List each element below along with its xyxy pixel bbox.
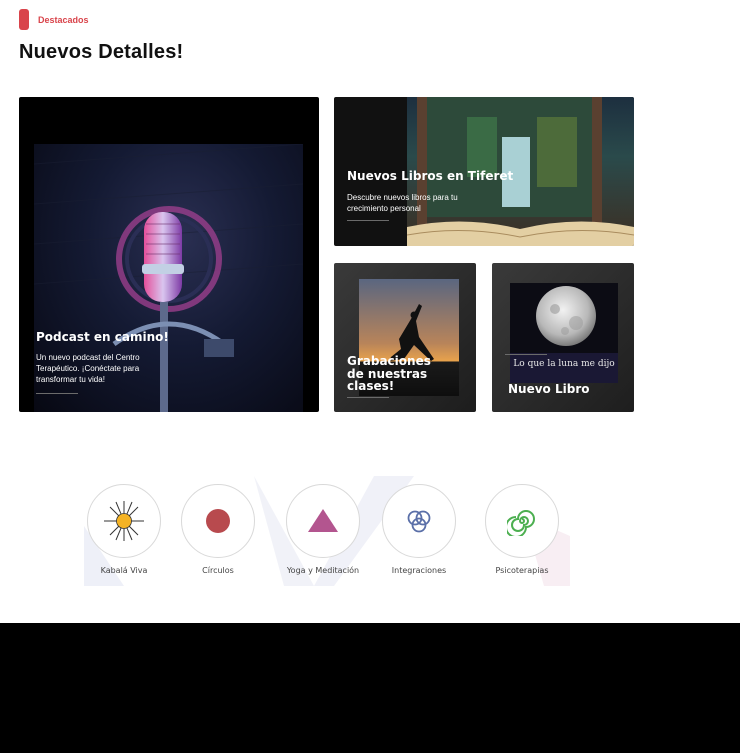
category-circle [87, 484, 161, 558]
categories-strip: Kabalá Viva Círculos Yoga y Meditación I… [84, 476, 570, 586]
category-label: Círculos [202, 566, 234, 575]
grabaciones-title: Grabaciones de nuestras clases! [347, 354, 431, 394]
libro-divider [505, 354, 547, 355]
libros-title: Nuevos Libros en Tiferet [347, 169, 514, 183]
category-circle [286, 484, 360, 558]
category-circle [382, 484, 456, 558]
grabaciones-divider [347, 397, 389, 398]
featured-tag: Destacados [19, 9, 89, 30]
category-label: Integraciones [391, 566, 447, 575]
podcast-desc: Un nuevo podcast del Centro Terapéutico.… [36, 353, 140, 385]
book-cover-title: Lo que la luna me dijo [513, 359, 615, 369]
sun-icon [104, 501, 144, 541]
category-label: Kabalá Viva [100, 566, 148, 575]
category-circle [485, 484, 559, 558]
podcast-divider [36, 393, 78, 394]
footer [0, 623, 740, 753]
featured-bar [19, 9, 29, 30]
triangle-icon [308, 509, 338, 532]
category-yoga[interactable]: Yoga y Meditación [278, 476, 368, 575]
podcast-title: Podcast en camino! [36, 330, 169, 344]
category-psicoterapias[interactable]: Psicoterapias [477, 476, 567, 575]
category-label: Psicoterapias [495, 566, 549, 575]
featured-label: Destacados [38, 14, 89, 25]
rings-icon [407, 510, 431, 533]
nuevo-libro-title: Nuevo Libro [508, 382, 590, 396]
libros-desc: Descubre nuevos libros para tu crecimien… [347, 193, 458, 214]
libros-card[interactable]: Nuevos Libros en Tiferet Descubre nuevos… [334, 97, 634, 246]
category-integraciones[interactable]: Integraciones [374, 476, 464, 575]
nuevo-libro-card[interactable]: Lo que la luna me dijo Nuevo Libro [492, 263, 634, 412]
libros-divider [347, 220, 389, 221]
category-circulos[interactable]: Círculos [173, 476, 263, 575]
spiral-icon [507, 510, 535, 536]
grabaciones-card[interactable]: Grabaciones de nuestras clases! [334, 263, 476, 412]
page-title: Nuevos Detalles! [19, 41, 184, 63]
category-kabala[interactable]: Kabalá Viva [79, 476, 169, 575]
category-circle [181, 484, 255, 558]
circle-icon [206, 509, 230, 533]
category-label: Yoga y Meditación [286, 566, 360, 575]
podcast-card[interactable]: Podcast en camino! Un nuevo podcast del … [19, 97, 319, 412]
